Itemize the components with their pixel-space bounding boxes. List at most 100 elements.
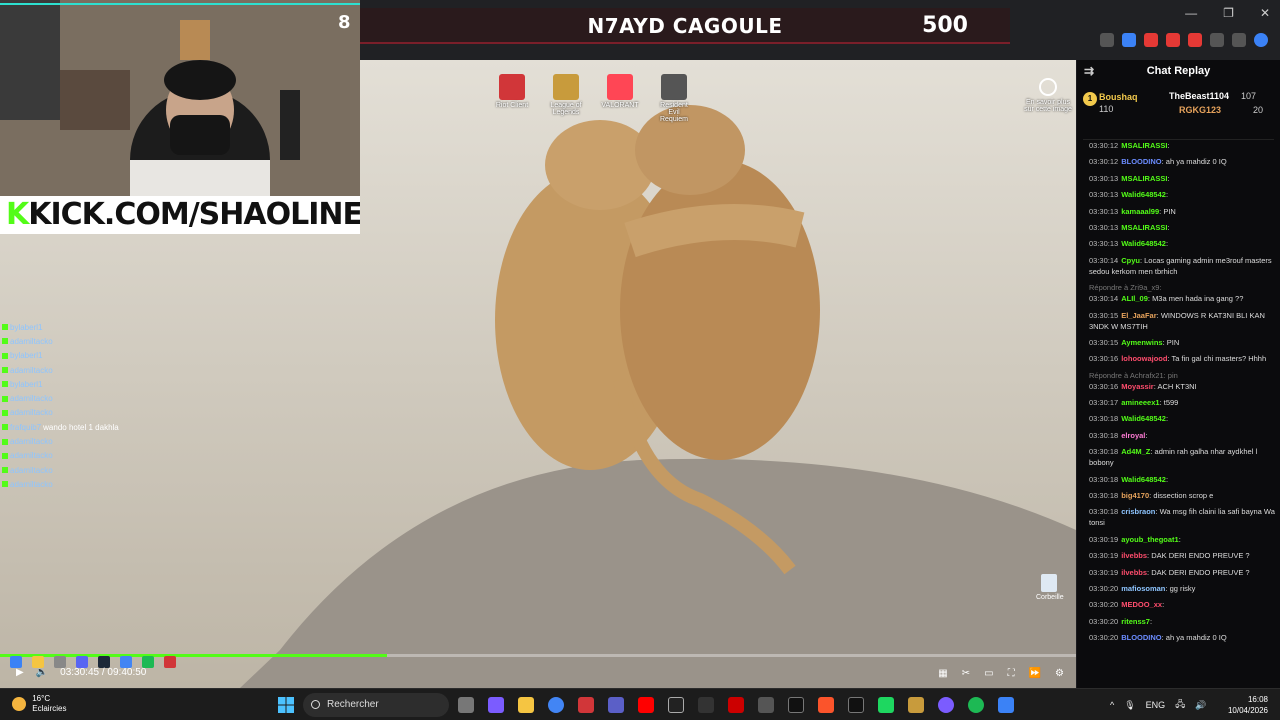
file-explorer-icon[interactable]	[518, 697, 534, 713]
app-icon[interactable]	[758, 697, 774, 713]
message-user[interactable]: Aymenwins	[1121, 338, 1162, 347]
message-user[interactable]: Walid648542	[1121, 475, 1166, 484]
app-icon[interactable]	[878, 697, 894, 713]
extension-icon[interactable]	[1144, 33, 1158, 47]
message-user[interactable]: amineeex1	[1121, 398, 1159, 407]
extension-icon[interactable]	[1188, 33, 1202, 47]
menu-icon[interactable]: ⇉	[1084, 64, 1094, 78]
copilot-icon[interactable]	[488, 697, 504, 713]
chat-message[interactable]: 03:30:16 lohoowajood: Ta fin gal chi mast…	[1089, 353, 1277, 364]
extension-icon[interactable]	[1232, 33, 1246, 47]
message-user[interactable]: Ad4M_Z	[1121, 447, 1150, 456]
extension-icon[interactable]	[1166, 33, 1180, 47]
message-user[interactable]: Walid648542	[1121, 190, 1166, 199]
chat-message[interactable]: 03:30:19 ilvebbs: DAK DERI ENDO PREUVE ?	[1089, 550, 1277, 561]
message-user[interactable]: ilvebbs	[1121, 568, 1147, 577]
chat-message[interactable]: 03:30:18 big4170: dissection scrop e	[1089, 490, 1277, 501]
message-user[interactable]: kamaaal99	[1121, 207, 1159, 216]
chat-message[interactable]: 03:30:20 MEDOO_xx:	[1089, 599, 1277, 610]
gifter-name[interactable]: RGKG123	[1179, 105, 1221, 115]
chat-message[interactable]: Répondre à Zri9a_x9: 03:30:14 ALIl_09: M3a…	[1089, 282, 1277, 304]
gifter-name[interactable]: TheBeast1104	[1169, 91, 1229, 101]
chat-message[interactable]: 03:30:14 Cpyu: Locas gaming admin me3rouf…	[1089, 255, 1277, 277]
message-user[interactable]: MSALIRASSI	[1121, 174, 1167, 183]
chat-message[interactable]: 03:30:18 crisbraon: Wa msg fih claini lia…	[1089, 506, 1277, 528]
chat-message[interactable]: 03:30:20 ritenss7:	[1089, 616, 1277, 627]
extension-icon[interactable]	[1210, 33, 1224, 47]
theater-icon[interactable]: ▭	[984, 668, 993, 679]
brave-icon[interactable]	[818, 697, 834, 713]
message-user[interactable]: MSALIRASSI	[1121, 223, 1167, 232]
play-icon[interactable]: ▶	[16, 667, 24, 678]
app-icon[interactable]	[788, 697, 804, 713]
message-user[interactable]: elroyal	[1121, 431, 1145, 440]
weather-widget[interactable]: 16°C Eclaircies	[12, 694, 66, 714]
recycle-bin[interactable]: Corbeille	[1036, 574, 1064, 601]
volume-icon[interactable]: 🔈	[36, 667, 48, 678]
message-user[interactable]: Moyassir	[1121, 382, 1154, 391]
message-user[interactable]: BLOODINO	[1121, 633, 1161, 642]
desktop-icon-lol[interactable]: League of Legends	[546, 74, 586, 123]
chat-message[interactable]: 03:30:20 mafiosoman: gg risky	[1089, 583, 1277, 594]
message-user[interactable]: mafiosoman	[1121, 584, 1165, 593]
chat-message[interactable]: 03:30:12 BLOODINO: ah ya mahdiz 0 IQ	[1089, 156, 1277, 167]
message-user[interactable]: ilvebbs	[1121, 551, 1147, 560]
chat-message[interactable]: 03:30:13 kamaaal99: PIN	[1089, 206, 1277, 217]
spotlight-info[interactable]: En savoir plus sur cette image	[1022, 78, 1074, 113]
gifter-name[interactable]: Boushaq	[1099, 92, 1138, 102]
chat-message[interactable]: 03:30:18 elroyal:	[1089, 430, 1277, 441]
teams-icon[interactable]	[608, 697, 624, 713]
youtube-icon[interactable]	[638, 697, 654, 713]
app-icon[interactable]	[728, 697, 744, 713]
message-user[interactable]: El_JaaFar	[1121, 311, 1156, 320]
obs-icon[interactable]	[938, 697, 954, 713]
minimize-icon[interactable]: —	[1185, 6, 1197, 20]
message-user[interactable]: ayoub_thegoat1	[1121, 535, 1179, 544]
riot-client-icon[interactable]	[578, 697, 594, 713]
spotify-icon[interactable]	[968, 697, 984, 713]
message-user[interactable]: MSALIRASSI	[1121, 141, 1167, 150]
speed-icon[interactable]: ⏩	[1029, 668, 1041, 679]
chat-message[interactable]: 03:30:15 El_JaaFar: WINDOWS R KAT3NI BLI …	[1089, 310, 1277, 332]
chat-message[interactable]: Répondre à Achrafx21: pin 03:30:16 Moyassi…	[1089, 370, 1277, 392]
extension-icon[interactable]	[1100, 33, 1114, 47]
chat-message[interactable]: 03:30:18 Walid648542:	[1089, 474, 1277, 485]
close-icon[interactable]: ✕	[1260, 6, 1270, 20]
taskbar-search[interactable]: Rechercher	[303, 693, 449, 717]
message-user[interactable]: crisbraon	[1121, 507, 1155, 516]
message-user[interactable]: lohoowajood	[1121, 354, 1167, 363]
task-view-icon[interactable]	[458, 697, 474, 713]
chat-message[interactable]: 03:30:19 ilvebbs: DAK DERI ENDO PREUVE ?	[1089, 567, 1277, 578]
desktop-icon-riot[interactable]: Riot Client	[492, 74, 532, 123]
chat-message[interactable]: 03:30:12 MSALIRASSI:	[1089, 140, 1277, 151]
league-icon[interactable]	[908, 697, 924, 713]
chapters-icon[interactable]: ▦	[938, 668, 947, 679]
message-user[interactable]: BLOODINO	[1121, 157, 1161, 166]
chat-message[interactable]: 03:30:17 amineeex1: t599	[1089, 397, 1277, 408]
microphone-icon[interactable]: 🎙	[1124, 700, 1135, 711]
chat-message[interactable]: 03:30:18 Walid648542:	[1089, 413, 1277, 424]
message-user[interactable]: Walid648542	[1121, 414, 1166, 423]
profile-avatar[interactable]	[1254, 33, 1268, 47]
volume-icon[interactable]: 🔊	[1195, 700, 1206, 711]
app-icon[interactable]	[698, 697, 714, 713]
message-user[interactable]: ALIl_09	[1121, 294, 1148, 303]
message-user[interactable]: MEDOO_xx	[1121, 600, 1162, 609]
message-user[interactable]: Walid648542	[1121, 239, 1166, 248]
chevron-up-icon[interactable]: ^	[1110, 700, 1114, 710]
network-icon[interactable]: 🖧	[1175, 697, 1185, 713]
chrome-icon[interactable]	[548, 697, 564, 713]
chat-messages[interactable]: 03:30:12 MSALIRASSI: 03:30:12 BLOODINO: ah…	[1089, 140, 1277, 649]
restore-icon[interactable]: ❐	[1223, 6, 1234, 20]
message-user[interactable]: big4170	[1121, 491, 1149, 500]
settings-icon[interactable]: ⚙	[1055, 668, 1064, 679]
chat-message[interactable]: 03:30:19 ayoub_thegoat1:	[1089, 534, 1277, 545]
chat-message[interactable]: 03:30:13 MSALIRASSI:	[1089, 173, 1277, 184]
desktop-icon-resident-evil[interactable]: Resident Evil Requiem	[654, 74, 694, 123]
chat-message[interactable]: 03:30:13 MSALIRASSI:	[1089, 222, 1277, 233]
fn-icon[interactable]	[668, 697, 684, 713]
message-user[interactable]: ritenss7	[1121, 617, 1150, 626]
chat-message[interactable]: 03:30:13 Walid648542:	[1089, 238, 1277, 249]
windows-start-icon[interactable]	[278, 697, 294, 713]
chat-message[interactable]: 03:30:13 Walid648542:	[1089, 189, 1277, 200]
